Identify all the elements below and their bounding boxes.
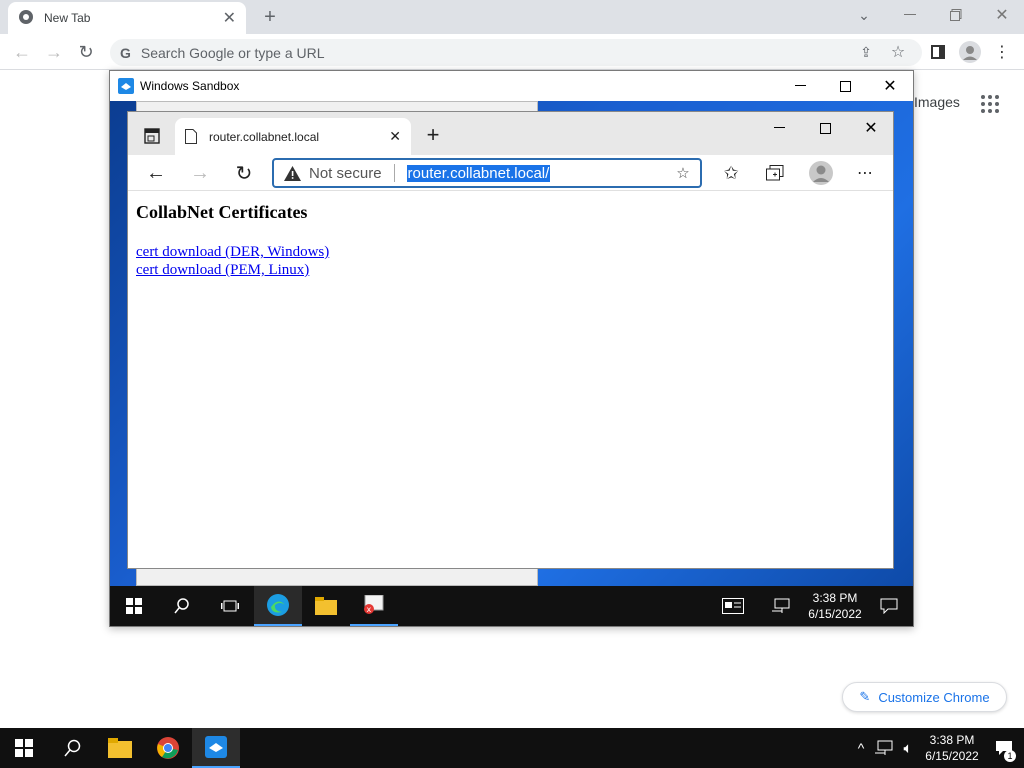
- edge-back-icon[interactable]: ←: [144, 161, 168, 185]
- not-secure-label[interactable]: Not secure: [309, 165, 382, 182]
- network-icon[interactable]: [757, 586, 805, 626]
- new-tab-icon[interactable]: +: [258, 6, 282, 28]
- images-link[interactable]: Images: [914, 94, 960, 110]
- host-clock-date: 6/15/2022: [925, 749, 979, 763]
- chrome-tab-new-tab[interactable]: New Tab ✕: [8, 2, 246, 34]
- edge-tab-router[interactable]: router.collabnet.local ✕: [175, 118, 411, 155]
- file-explorer-icon[interactable]: [302, 586, 350, 626]
- sandbox-clock-time: 3:38 PM: [812, 591, 858, 605]
- google-g-icon: G: [120, 44, 131, 61]
- sandbox-taskbar-icon[interactable]: [192, 728, 240, 768]
- windows-start-icon[interactable]: [110, 586, 158, 626]
- chrome-tab-title: New Tab: [44, 11, 91, 25]
- host-clock[interactable]: 3:38 PM 6/15/2022: [920, 732, 984, 764]
- edge-browser-window[interactable]: router.collabnet.local ✕ + ✕ ← → ↻ Not s…: [127, 111, 894, 569]
- close-window-icon[interactable]: ✕: [990, 4, 1014, 26]
- sandbox-taskbar: x 3:38 PM 6/15/2022: [110, 586, 913, 626]
- chevron-down-icon[interactable]: ⌄: [852, 4, 876, 26]
- customize-chrome-button[interactable]: ✎ Customize Chrome: [842, 682, 1007, 712]
- task-view-icon[interactable]: [206, 586, 254, 626]
- forward-arrow-icon[interactable]: →: [42, 40, 66, 64]
- edge-maximize-icon[interactable]: [814, 118, 836, 138]
- omnibox[interactable]: G Search Google or type a URL: [110, 39, 922, 66]
- customize-chrome-label: Customize Chrome: [878, 689, 990, 705]
- edge-forward-icon[interactable]: →: [188, 161, 212, 185]
- reload-icon[interactable]: ↻: [74, 40, 98, 64]
- edge-close-icon[interactable]: ✕: [860, 117, 882, 139]
- search-icon[interactable]: [158, 586, 206, 626]
- chrome-tab-icon: [18, 9, 34, 28]
- host-search-icon[interactable]: [48, 728, 96, 768]
- edge-new-tab-icon[interactable]: +: [422, 122, 444, 147]
- edge-close-tab-icon[interactable]: ✕: [389, 128, 401, 145]
- back-arrow-icon[interactable]: ←: [10, 40, 34, 64]
- edge-refresh-icon[interactable]: ↻: [232, 161, 256, 185]
- notification-count-badge: 1: [1004, 750, 1016, 762]
- url-text[interactable]: router.collabnet.local/: [406, 164, 551, 182]
- host-start-icon[interactable]: [0, 728, 48, 768]
- pem-cert-link[interactable]: cert download (PEM, Linux): [136, 261, 885, 279]
- host-file-explorer-icon[interactable]: [96, 728, 144, 768]
- sandbox-title-bar[interactable]: Windows Sandbox ✕: [110, 71, 913, 101]
- profile-avatar-icon[interactable]: [958, 40, 982, 64]
- page-icon: [185, 129, 197, 144]
- warning-icon: [284, 165, 301, 181]
- der-cert-link[interactable]: cert download (DER, Windows): [136, 243, 885, 261]
- sandbox-clock[interactable]: 3:38 PM 6/15/2022: [805, 590, 865, 622]
- volume-icon[interactable]: 🔈︎: [896, 728, 920, 768]
- page-content: CollabNet Certificates cert download (DE…: [128, 192, 893, 568]
- side-panel-icon[interactable]: [928, 42, 948, 62]
- certificate-app-icon[interactable]: x: [350, 586, 398, 626]
- svg-text:x: x: [367, 605, 372, 614]
- restore-icon[interactable]: [944, 4, 968, 26]
- sandbox-minimize-icon[interactable]: [790, 77, 810, 95]
- sandbox-app-icon: [118, 78, 134, 94]
- edge-address-bar[interactable]: Not secure router.collabnet.local/ ☆: [272, 158, 702, 188]
- edge-menu-icon[interactable]: ⋯: [854, 162, 876, 184]
- edge-taskbar-icon[interactable]: [254, 586, 302, 626]
- sandbox-title: Windows Sandbox: [140, 79, 240, 93]
- favorites-icon[interactable]: ✩: [720, 162, 742, 184]
- sandbox-close-icon[interactable]: ✕: [880, 76, 900, 96]
- share-icon[interactable]: ⇪: [856, 42, 876, 62]
- collections-icon[interactable]: [764, 162, 786, 184]
- add-favorite-icon[interactable]: ☆: [674, 164, 692, 182]
- tab-actions-icon[interactable]: [142, 126, 162, 146]
- chrome-menu-icon[interactable]: ⋮: [994, 40, 1010, 64]
- action-center-icon[interactable]: [865, 586, 913, 626]
- minimize-icon[interactable]: [898, 4, 922, 26]
- page-heading: CollabNet Certificates: [136, 202, 308, 222]
- host-network-icon[interactable]: [872, 728, 896, 768]
- apps-grid-icon[interactable]: [980, 94, 1000, 114]
- pencil-icon: ✎: [859, 689, 871, 704]
- edge-profile-icon[interactable]: [808, 160, 834, 186]
- show-hidden-icons-icon[interactable]: ^: [850, 728, 872, 768]
- sandbox-maximize-icon[interactable]: [835, 77, 855, 95]
- host-taskbar: ^ 🔈︎ 3:38 PM 6/15/2022 1: [0, 728, 1024, 768]
- bookmark-star-icon[interactable]: ☆: [888, 42, 908, 62]
- edge-tab-title: router.collabnet.local: [209, 129, 320, 144]
- close-tab-icon[interactable]: ✕: [223, 8, 236, 28]
- host-clock-time: 3:38 PM: [929, 733, 975, 747]
- edge-minimize-icon[interactable]: [768, 118, 790, 138]
- omnibox-placeholder: Search Google or type a URL: [140, 44, 325, 61]
- address-divider: [393, 164, 395, 182]
- host-notifications-icon[interactable]: 1: [984, 728, 1024, 768]
- sandbox-clock-date: 6/15/2022: [808, 607, 862, 621]
- news-widget-icon[interactable]: [709, 586, 757, 626]
- chrome-taskbar-icon[interactable]: [144, 728, 192, 768]
